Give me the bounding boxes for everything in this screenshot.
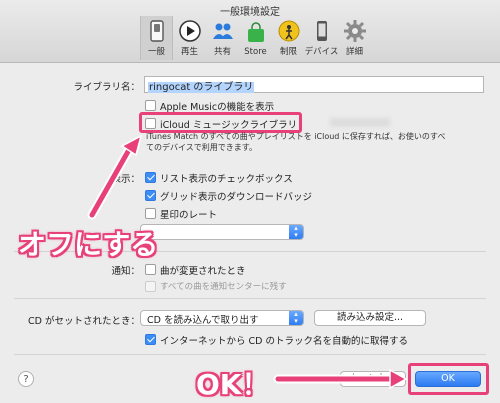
arrow-to-icloud [87,134,143,220]
arrow-to-ok [273,368,408,390]
preferences-window: 一般環境設定 一般 再生 共有 Store 制限 デバイス 詳細 ライブラリ名：… [0,0,500,402]
annotation-arrows [87,134,408,390]
ok-annotation: OK！ [196,368,270,401]
turn-off-annotation: オフにする [18,228,159,261]
